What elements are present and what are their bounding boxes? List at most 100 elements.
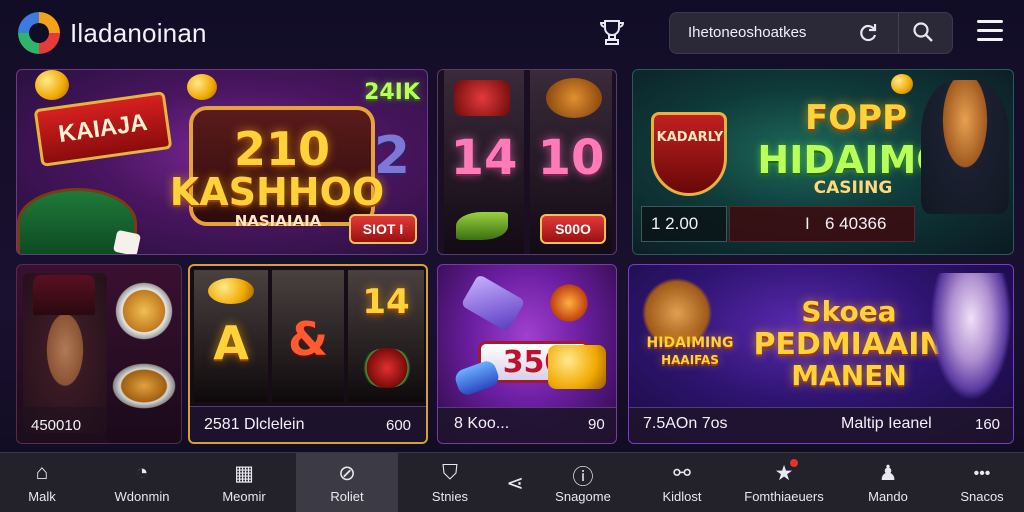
notification-dot [790, 459, 798, 467]
tiger-character [921, 80, 1009, 214]
nav-item-mando[interactable]: ♟ Mando [846, 453, 930, 512]
gift-icon [454, 80, 510, 116]
tile-caption: 8 Koo... [454, 415, 510, 432]
title-number: 210 [233, 122, 331, 176]
gem-icon [460, 273, 526, 333]
tile-caption-value: 160 [975, 416, 1001, 433]
potion-icon [452, 358, 502, 398]
nav-label: Wdonmin [114, 489, 170, 504]
game-tile-character[interactable]: 450010 [16, 264, 182, 444]
nav-label: Stnies [431, 489, 469, 504]
lion-icon [546, 78, 602, 118]
nav-item-snacos[interactable]: ••• Snacos [940, 453, 1024, 512]
coin-decoration [35, 70, 69, 100]
nav-label: Mando [868, 489, 908, 504]
star-burst-icon [546, 283, 592, 323]
search-divider [898, 13, 899, 53]
coin-decoration [208, 278, 254, 304]
top-header: Iladanoinan Ihetoneoshoatkes [0, 0, 1024, 66]
nav-label: Meomir [222, 489, 266, 504]
shield-label: KADARLY [656, 130, 724, 145]
tile-caption: 2581 Dlclelein [204, 416, 305, 433]
refresh-icon[interactable] [856, 22, 880, 46]
title-top: FOPP [805, 98, 907, 138]
home-icon: ⌂ [35, 461, 49, 484]
share-icon: ⋖ [506, 472, 524, 495]
reel-symbol-a: A [213, 316, 249, 370]
nav-label: Fomthiaeuers [744, 489, 824, 504]
side-tag-2: HAAIFAS [661, 353, 719, 367]
grid-icon: ▦ [234, 462, 254, 485]
tile-caption: 450010 [31, 417, 82, 434]
bottom-navigation: ⌂ Malk ◔ Wdonmin ▦ Meomir ⊘ Roliet ⛉ Stn… [0, 452, 1024, 512]
timer-icon: ◔ [135, 461, 149, 484]
game-tile-350[interactable]: 350 8 Koo... 90 [437, 264, 617, 444]
nav-label: Roliet [330, 489, 364, 504]
nav-label: Kidlost [662, 489, 702, 504]
game-title: KASHHOO [169, 170, 385, 214]
nav-item-malk[interactable]: ⌂ Malk [0, 453, 84, 512]
gold-bar-icon [548, 345, 606, 389]
game-subtitle: CASIING [813, 178, 893, 198]
value-right: 6 40366 [825, 214, 887, 233]
jackpot-badge: 24IK [364, 80, 420, 105]
more-icon: ••• [973, 465, 991, 482]
kaiaja-sign: KAIAJA [33, 91, 173, 167]
brand-name[interactable]: Iladanoinan [70, 18, 207, 49]
nav-item-stnies[interactable]: ⛉ Stnies [410, 453, 490, 512]
hamburger-menu-icon[interactable] [977, 20, 1003, 42]
value-left: 1 2.00 [651, 214, 699, 233]
trophy-icon[interactable] [598, 18, 626, 48]
food-tray [109, 361, 179, 411]
link-icon: ⚯ [673, 462, 691, 485]
user-icon: ♟ [878, 462, 898, 485]
food-plate [109, 281, 179, 341]
game-subtitle: NASIAIAIA [234, 212, 322, 230]
game-tile-pedmiaain[interactable]: HIDAIMING HAAIFAS Skoea PEDMIAAIN MANEN … [628, 264, 1014, 444]
game-title: PEDMIAAIN [753, 327, 945, 362]
title-top: Skoea [801, 295, 897, 328]
compass-icon: ⊘ [338, 462, 356, 485]
basket-icon: ⛉ [442, 461, 458, 484]
nav-label: Snacos [960, 489, 1004, 504]
brand-logo[interactable] [18, 12, 60, 54]
tile-caption-mid: Maltip Ieanel [841, 415, 932, 432]
tile-caption-value: 90 [588, 416, 605, 433]
character-hat [33, 275, 95, 315]
nav-label: Snagome [555, 489, 611, 504]
reel-number-right: 10 [537, 130, 605, 186]
coin-decoration [891, 74, 913, 94]
value-panel-right [729, 206, 915, 242]
game-tile-slots-14-10[interactable]: 14 10 S00O [437, 69, 617, 255]
info-icon: ⓘ [572, 466, 594, 489]
tile-caption-value: 600 [386, 417, 412, 434]
side-tag: HIDAIMING [646, 335, 734, 351]
star-icon: ★ [774, 462, 794, 485]
search-icon[interactable] [910, 21, 936, 47]
nav-label: Malk [28, 489, 56, 504]
nav-item-roliet[interactable]: ⊘ Roliet [296, 453, 398, 512]
search-bar[interactable]: Ihetoneoshoatkes [669, 12, 953, 54]
reel-symbol-amp: & [287, 312, 329, 366]
leaf-icon [360, 348, 414, 388]
search-input[interactable]: Ihetoneoshoatkes [688, 24, 806, 41]
reel-number-left: 14 [450, 130, 518, 186]
value-separator: I [805, 214, 810, 233]
tile-caption: 7.5AOn 7os [643, 415, 728, 432]
nav-item-wdonmin[interactable]: ◔ Wdonmin [98, 453, 186, 512]
multiplier-number: 2 [373, 126, 411, 186]
nav-item-snagome[interactable]: ⓘ Snagome [540, 453, 626, 512]
game-tile-kashhoo[interactable]: KAIAJA 210 KASHHOO NASIAIAIA 24IK 2 SIOT… [16, 69, 428, 255]
coin-decoration [187, 74, 217, 100]
nav-item-share[interactable]: ⋖ [494, 453, 536, 512]
shield-badge [651, 112, 727, 196]
game-tile-fopp-hidaimo[interactable]: KADARLY FOPP HIDAIMO CASIING 1 2.00 I 6 … [632, 69, 1014, 255]
nav-item-kidlost[interactable]: ⚯ Kidlost [640, 453, 724, 512]
bet-button[interactable]: S00O [540, 214, 606, 244]
dice-icon [112, 229, 142, 254]
game-tile-reels-a[interactable]: A & 14 2581 Dlclelein 600 [188, 264, 428, 444]
tiger-right [929, 273, 1013, 403]
nav-item-fomthiaeuers[interactable]: ★ Fomthiaeuers [736, 453, 832, 512]
nav-item-meomir[interactable]: ▦ Meomir [200, 453, 288, 512]
spin-button[interactable]: SIOT I [349, 214, 417, 244]
